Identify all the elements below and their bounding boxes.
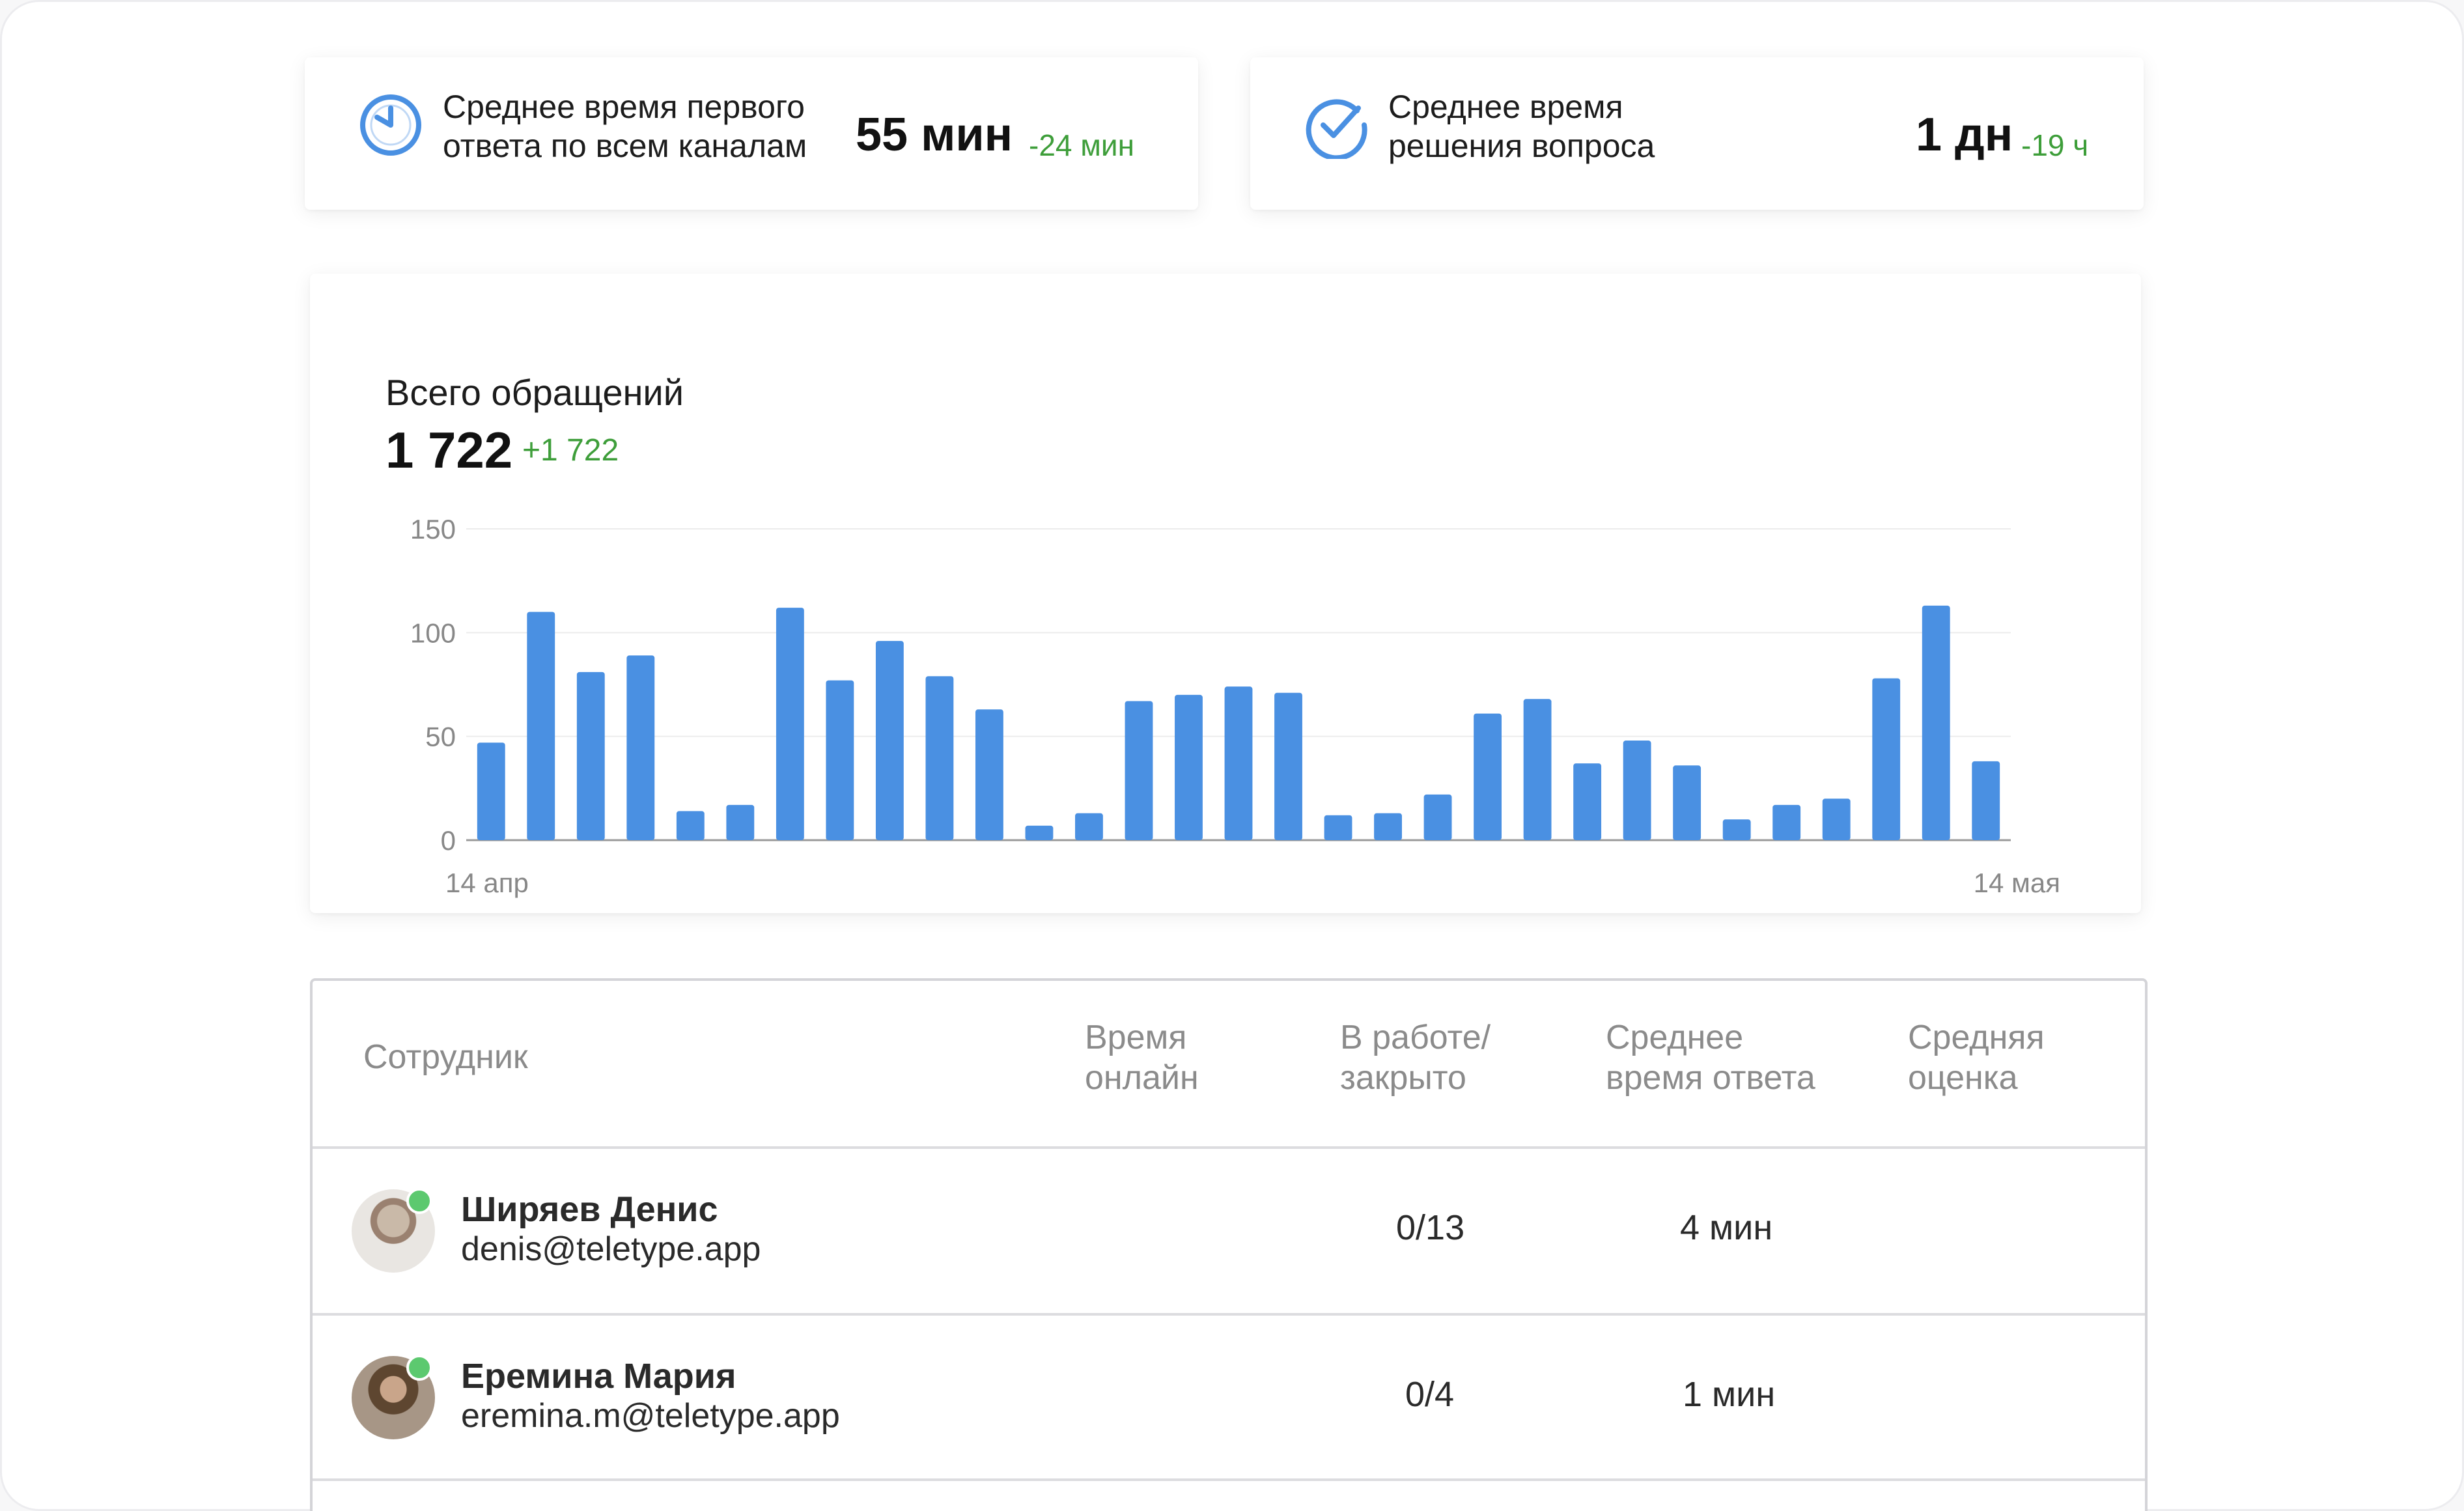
y-tick-label: 50 — [425, 722, 456, 752]
chart-bar[interactable] — [776, 608, 804, 840]
chart-bar[interactable] — [1175, 694, 1203, 840]
chart-bar[interactable] — [1025, 825, 1054, 840]
chart-bar[interactable] — [1474, 713, 1502, 840]
chart-bar[interactable] — [1075, 813, 1103, 840]
kpi-resolution-card: Среднее время решения вопроса 1 дн -19 ч — [1250, 57, 2144, 210]
chart-bar[interactable] — [875, 641, 904, 840]
y-tick-label: 100 — [410, 617, 456, 648]
x-tick-label-last: 14 мая — [1974, 868, 2060, 898]
row-divider — [313, 1478, 2145, 1481]
chart-bar[interactable] — [1423, 794, 1452, 840]
chart-bar[interactable] — [925, 676, 954, 840]
clock-icon — [360, 94, 421, 156]
chart-bar[interactable] — [975, 709, 1003, 840]
kpi-delta: -24 мин — [1029, 128, 1134, 162]
chart-bar[interactable] — [1274, 692, 1302, 840]
avg-response-time-value: 1 мин — [1683, 1375, 1776, 1414]
chart-bar[interactable] — [726, 804, 755, 840]
chart-bar[interactable] — [1224, 686, 1253, 840]
chart-bar[interactable] — [676, 811, 705, 840]
chart-bar[interactable] — [1374, 813, 1402, 840]
chart-bar[interactable] — [527, 612, 555, 840]
online-status-dot — [406, 1355, 432, 1381]
chart-bar[interactable] — [1722, 819, 1751, 840]
column-header-avg-rating[interactable]: Средняя оценка — [1908, 1017, 2045, 1098]
check-circle-icon — [1306, 99, 1367, 159]
kpi-first-response-card: Среднее время первого ответа по всем кан… — [305, 57, 1198, 210]
chart-bar[interactable] — [477, 742, 505, 840]
chart-bar[interactable] — [1125, 701, 1153, 840]
chart-bar[interactable] — [1573, 763, 1602, 840]
employees-table: Сотрудник Время онлайн В работе/ закрыто… — [310, 978, 2148, 1511]
kpi-label: Среднее время первого ответа по всем кан… — [443, 89, 807, 164]
kpi-value: 55 мин — [856, 109, 1013, 161]
column-header-avg-response-time[interactable]: Среднее время ответа — [1606, 1017, 1815, 1098]
x-tick-label-first: 14 апр — [445, 868, 529, 898]
chart-bar[interactable] — [1822, 798, 1851, 840]
chart-bar[interactable] — [1523, 699, 1552, 840]
chart-bar[interactable] — [1972, 761, 2000, 840]
chart-bar[interactable] — [1772, 804, 1801, 840]
employee-email: eremina.m@teletype.app — [461, 1397, 840, 1435]
chart-bar[interactable] — [1623, 741, 1651, 840]
chart-bar[interactable] — [576, 671, 605, 840]
avg-response-time-value: 4 мин — [1680, 1208, 1773, 1247]
total-requests-chart-card: Всего обращений 1 722 +1 722 0 50 100 150 14… — [310, 274, 2141, 913]
y-tick-label: 0 — [441, 825, 456, 856]
row-divider — [313, 1313, 2145, 1316]
column-header-in-work-closed[interactable]: В работе/ закрыто — [1340, 1017, 1491, 1098]
row-divider — [313, 1146, 2145, 1149]
y-tick-label: 150 — [410, 514, 456, 544]
kpi-delta: -19 ч — [2021, 128, 2089, 162]
employee-name: Ширяев Денис — [461, 1190, 718, 1229]
kpi-value: 1 дн — [1916, 109, 2013, 161]
column-header-employee[interactable]: Сотрудник — [363, 1037, 528, 1077]
in-work-closed-value: 0/4 — [1405, 1375, 1455, 1414]
chart-bar[interactable] — [1922, 605, 1950, 840]
chart-bar[interactable] — [1872, 678, 1901, 840]
bar-chart: 0 50 100 150 14 апр 14 мая — [410, 514, 2060, 898]
kpi-label: Среднее время решения вопроса — [1388, 89, 1655, 164]
chart-bar[interactable] — [826, 680, 854, 840]
employee-name: Еремина Мария — [461, 1357, 736, 1396]
online-status-dot — [406, 1188, 432, 1214]
employee-email: denis@teletype.app — [461, 1230, 761, 1268]
column-header-online-time[interactable]: Время онлайн — [1085, 1017, 1199, 1098]
chart-bar[interactable] — [626, 655, 655, 840]
in-work-closed-value: 0/13 — [1396, 1208, 1465, 1247]
chart-bar[interactable] — [1324, 815, 1352, 840]
chart-bar[interactable] — [1673, 765, 1701, 840]
